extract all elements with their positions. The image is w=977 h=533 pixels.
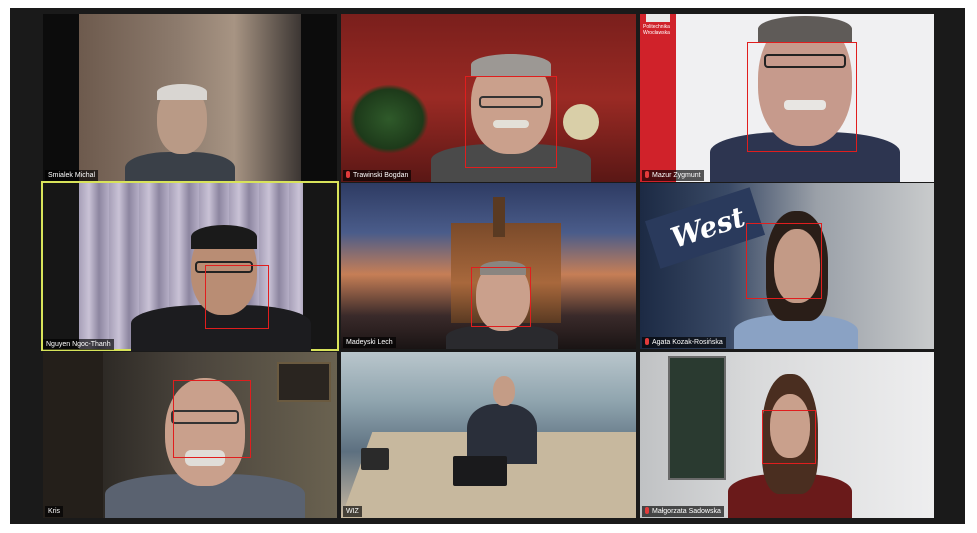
muted-mic-icon [346, 171, 350, 178]
participant-name-label: Mazur Zygmunt [642, 170, 704, 181]
video-tile-smialek[interactable]: Smialek Michal [43, 14, 337, 182]
video-tile-wiz[interactable]: WIZ [341, 352, 636, 518]
university-banner: Politechnika Wrocławska [640, 14, 676, 182]
video-tile-trawinski[interactable]: Trawinski Bogdan [341, 14, 636, 182]
video-tile-kris[interactable]: Kris [43, 352, 337, 518]
participant-name-label: WIZ [343, 506, 362, 517]
participant-name-label: Agata Kozak-Rosińska [642, 337, 726, 348]
face-detection-box [471, 267, 531, 327]
muted-mic-icon [645, 338, 649, 345]
plant-decoration [349, 84, 429, 154]
face-detection-box [465, 76, 557, 168]
face-detection-box [173, 380, 251, 458]
face-detection-box [205, 265, 269, 329]
muted-mic-icon [645, 171, 649, 178]
university-name: Politechnika Wrocławska [643, 24, 670, 36]
muted-mic-icon [645, 507, 649, 514]
bookshelf-background [43, 352, 103, 518]
tower-spire [493, 197, 505, 237]
video-tile-kozak[interactable]: West Agata Kozak-Rosińska [640, 183, 934, 349]
video-gallery: Smialek Michal Trawinski Bogdan Politech… [10, 8, 965, 524]
wall-picture [277, 362, 331, 402]
video-tile-nguyen[interactable]: Nguyen Ngoc-Thanh [41, 181, 339, 351]
lamp-decoration [563, 104, 599, 140]
laptop-icon [361, 448, 389, 470]
blackboard-background [668, 356, 726, 480]
laptop-icon [453, 456, 507, 486]
university-logo-icon [646, 14, 670, 22]
participant-name-label: Smialek Michal [45, 170, 99, 181]
participant-name-label: Małgorzata Sadowska [642, 506, 724, 517]
participant-name-label: Madeyski Lech [343, 337, 396, 348]
participant-name-label: Kris [45, 506, 64, 517]
video-tile-madeyski[interactable]: Madeyski Lech [341, 183, 636, 349]
participant-name-label: Trawinski Bogdan [343, 170, 412, 181]
video-tile-mazur[interactable]: Politechnika Wrocławska Mazur Zygmunt [640, 14, 934, 182]
face-detection-box [746, 223, 822, 299]
face-detection-box [762, 410, 816, 464]
face-detection-box [747, 42, 857, 152]
participant-name-label: Nguyen Ngoc-Thanh [43, 339, 114, 350]
video-tile-sadowska[interactable]: Małgorzata Sadowska [640, 352, 934, 518]
